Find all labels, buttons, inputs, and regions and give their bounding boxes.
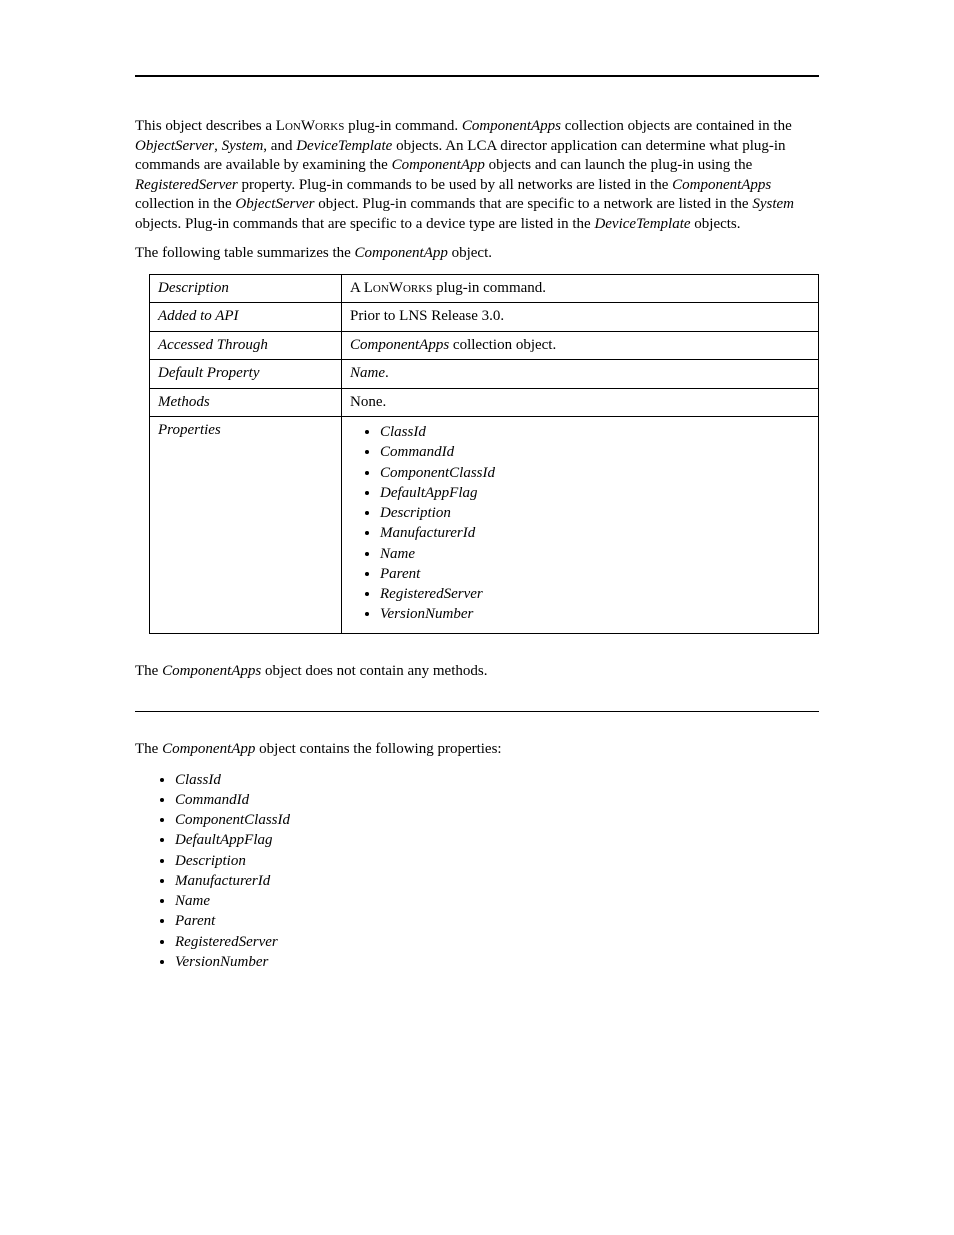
list-item: CommandId [175,790,819,810]
devicetemplate-ref: DeviceTemplate [594,216,690,232]
lonworks-text: onWorks [285,118,344,134]
componentapps-ref: ComponentApps [350,337,449,353]
text: collection in the [135,196,235,212]
list-item: ClassId [380,422,810,442]
text: object does not contain any methods. [261,663,487,679]
list-item: ClassId [175,770,819,790]
table-row: Accessed Through ComponentApps collectio… [150,331,819,360]
table-row: Methods None. [150,388,819,417]
list-item: Name [380,544,810,564]
row-label: Default Property [150,360,342,389]
row-value: ClassId CommandId ComponentClassId Defau… [342,417,819,634]
list-item: Parent [175,911,819,931]
objectserver-ref: ObjectServer [135,138,214,154]
text: The following table summarizes the [135,245,355,261]
list-item: ManufacturerId [175,871,819,891]
page-content: This object describes a LonWorks plug-in… [0,0,954,1032]
list-item: DefaultAppFlag [380,483,810,503]
section-rule [135,711,819,712]
text: A L [350,280,373,296]
text: property. Plug-in commands to be used by… [238,177,672,193]
row-value: Name. [342,360,819,389]
system-ref: System [222,138,264,154]
table-intro-paragraph: The following table summarizes the Compo… [135,244,819,264]
row-value: A LonWorks plug-in command. [342,274,819,303]
text: objects and can launch the plug-in using… [485,157,752,173]
componentapps-ref: ComponentApps [672,177,771,193]
row-label: Description [150,274,342,303]
summary-table: Description A LonWorks plug-in command. … [149,274,819,634]
table-row: Default Property Name. [150,360,819,389]
table-row: Added to API Prior to LNS Release 3.0. [150,303,819,332]
properties-list: ClassId CommandId ComponentClassId Defau… [135,770,819,973]
list-item: ComponentClassId [380,463,810,483]
list-item: VersionNumber [380,604,810,624]
system-ref: System [752,196,794,212]
list-item: CommandId [380,442,810,462]
componentapps-ref: ComponentApps [162,663,261,679]
table-row: Description A LonWorks plug-in command. [150,274,819,303]
header-rule [135,75,819,77]
componentapp-ref: ComponentApp [162,741,255,757]
text: object. [448,245,492,261]
row-value: ComponentApps collection object. [342,331,819,360]
list-item: RegisteredServer [175,932,819,952]
row-label: Properties [150,417,342,634]
text: object contains the following properties… [255,741,501,757]
row-label: Methods [150,388,342,417]
text: , [214,138,222,154]
methods-paragraph: The ComponentApps object does not contai… [135,662,819,682]
componentapps-ref: ComponentApps [462,118,561,134]
text: plug-in command. [432,280,546,296]
text: objects. [691,216,741,232]
properties-cell-list: ClassId CommandId ComponentClassId Defau… [350,422,810,625]
list-item: ManufacturerId [380,523,810,543]
text: , and [263,138,296,154]
list-item: DefaultAppFlag [175,830,819,850]
list-item: VersionNumber [175,952,819,972]
name-ref: Name [350,365,385,381]
row-label: Accessed Through [150,331,342,360]
intro-paragraph: This object describes a LonWorks plug-in… [135,117,819,234]
row-value: None. [342,388,819,417]
text: plug-in command. [344,118,461,134]
componentapp-ref: ComponentApp [392,157,485,173]
text: collection objects are contained in the [561,118,792,134]
objectserver-ref: ObjectServer [235,196,314,212]
text: object. Plug-in commands that are specif… [315,196,753,212]
text: The [135,663,162,679]
list-item: Description [380,503,810,523]
text: objects. Plug-in commands that are speci… [135,216,594,232]
list-item: Parent [380,564,810,584]
row-value: Prior to LNS Release 3.0. [342,303,819,332]
list-item: Description [175,851,819,871]
lonworks-text: onWorks [373,280,432,296]
registeredserver-ref: RegisteredServer [135,177,238,193]
text: collection object. [449,337,556,353]
text: This object describes a L [135,118,285,134]
list-item: Name [175,891,819,911]
text: The [135,741,162,757]
row-label: Added to API [150,303,342,332]
componentapp-ref: ComponentApp [355,245,448,261]
list-item: ComponentClassId [175,810,819,830]
text: . [385,365,389,381]
list-item: RegisteredServer [380,584,810,604]
properties-paragraph: The ComponentApp object contains the fol… [135,740,819,760]
table-row: Properties ClassId CommandId ComponentCl… [150,417,819,634]
devicetemplate-ref: DeviceTemplate [296,138,392,154]
